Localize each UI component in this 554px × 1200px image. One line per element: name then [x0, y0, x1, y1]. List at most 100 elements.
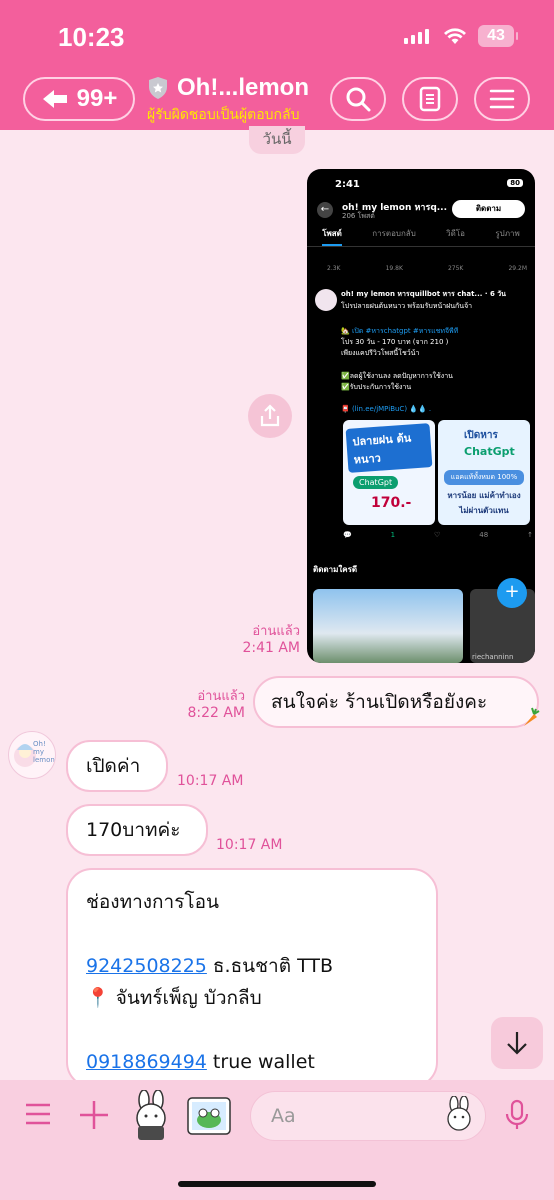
header-bar: 10:23 43 99+ Oh!...lemon ผู้รับผิดชอบเป็…	[0, 0, 554, 130]
hamburger-icon	[26, 1103, 50, 1125]
unread-count: 99+	[76, 85, 118, 112]
promo-line: หารน้อย แม่ค้าทำเอง	[447, 491, 521, 500]
notes-button[interactable]	[402, 77, 458, 121]
screenshot-tab: การตอบกลับ	[372, 229, 416, 238]
menu-toggle-button[interactable]	[24, 1102, 52, 1126]
shield-icon	[149, 77, 167, 99]
battery-icon: 43	[478, 25, 518, 47]
status-time: 10:23	[58, 22, 125, 52]
promo-line: แอคแท้ทั้งหมด 100%	[444, 470, 524, 485]
stat: 19.8K	[385, 265, 403, 272]
retweet-count: 1	[390, 531, 396, 539]
message-text: เปิดค่า	[86, 755, 141, 777]
menu-icon	[489, 89, 515, 109]
compose-icon: +	[497, 578, 527, 608]
suggestion-card	[313, 589, 463, 663]
read-label: อ่านแล้ว	[252, 624, 300, 639]
notes-icon	[419, 86, 441, 112]
promo-badge: ChatGpt	[353, 476, 399, 489]
wallet-number-link[interactable]: 0918869494	[86, 1051, 207, 1073]
screenshot-posts-count: 206 โพสต์	[342, 212, 375, 220]
promo-price: 170.-	[371, 495, 412, 511]
post-line: ✅รับประกันการใช้งาน	[341, 383, 412, 391]
view-count: 48	[479, 531, 489, 539]
bunny-sticker-icon	[136, 1090, 166, 1140]
read-receipt: อ่านแล้ว 8:22 AM	[175, 689, 245, 721]
wallet-label: true wallet	[206, 1051, 315, 1073]
home-indicator	[178, 1181, 376, 1187]
message-time: 10:17 AM	[216, 837, 283, 853]
plus-icon	[80, 1101, 108, 1129]
emoji-button[interactable]	[444, 1096, 474, 1132]
screenshot-time: 2:41	[335, 179, 360, 190]
promo-title: ปลายฝน ต้นหนาว	[345, 423, 433, 473]
stat: 29.2M	[508, 265, 527, 272]
screenshot-back-icon: ←	[317, 202, 333, 218]
avatar-label: Oh! my lemon	[33, 740, 55, 764]
back-button[interactable]: 99+	[23, 77, 135, 121]
search-button[interactable]	[330, 77, 386, 121]
carrot-icon	[520, 706, 540, 732]
sticker-button[interactable]	[128, 1090, 176, 1142]
post-line: ✅ลดผู้ใช้งานลง ลดปัญหาการใช้งาน	[341, 372, 453, 380]
message-time: 8:22 AM	[187, 705, 245, 721]
shared-screenshot-image[interactable]: 2:41 80 ← oh! my lemon หารq... 206 โพสต์…	[307, 169, 535, 663]
read-label: อ่านแล้ว	[197, 689, 245, 704]
screenshot-tab: วิดีโอ	[446, 229, 465, 238]
screenshot-tab: รูปภาพ	[495, 229, 520, 238]
screenshot-stats: 2.3K 19.8K 275K 29.2M	[327, 265, 527, 272]
outgoing-message[interactable]: สนใจค่ะ ร้านเปิดหรือยังคะ	[253, 676, 539, 728]
post-line: 🏡 เปิด #หารchatgpt #หารแชทจีพีที	[341, 327, 459, 335]
screenshot-follow-button: ติดตาม	[452, 200, 525, 218]
back-arrow-icon	[42, 90, 67, 108]
bunny-emoji-icon	[447, 1096, 471, 1131]
account-name: จันทร์เพ็ญ บัวกลีบ	[109, 987, 262, 1009]
screenshot-tabs: โพสต์ การตอบกลับ วิดีโอ รูปภาพ	[307, 227, 535, 247]
message-text: 170บาทค่ะ	[86, 819, 181, 841]
account-number-link[interactable]: 9242508225	[86, 955, 207, 977]
pin-icon: 📍	[86, 987, 110, 1009]
add-button[interactable]	[78, 1099, 110, 1131]
promo-line: ไม่ผ่านตัวแทน	[459, 506, 509, 515]
message-time: 2:41 AM	[242, 640, 300, 656]
suggestion-name: riechanninn	[472, 653, 514, 661]
voice-button[interactable]	[504, 1099, 530, 1131]
scroll-to-bottom-button[interactable]	[491, 1017, 543, 1069]
promo-badge: ChatGpt	[464, 445, 515, 458]
incoming-message[interactable]: 170บาทค่ะ	[66, 804, 208, 856]
search-icon	[346, 87, 371, 112]
menu-button[interactable]	[474, 77, 530, 121]
post-line: โปรปลายฝนต้นหนาว พร้อมรับหน้าฝนกันจ้า	[341, 302, 473, 310]
post-line: โปร 30 วัน - 170 บาท (จาก 210 )	[341, 338, 449, 346]
promo-title: เปิดหาร	[464, 430, 498, 441]
incoming-message[interactable]: ช่องทางการโอน 9242508225 ธ.ธนชาติ TTB 📍 …	[66, 868, 438, 1088]
date-separator: วันนี้	[249, 126, 305, 154]
screenshot-avatar	[315, 289, 337, 311]
frog-photo-icon	[187, 1097, 231, 1135]
screenshot-post-author: oh! my lemon หารquillbot หาร chat... · 6…	[341, 290, 506, 298]
message-time: 10:17 AM	[177, 773, 244, 789]
wifi-icon	[443, 26, 467, 50]
read-receipt: อ่านแล้ว 2:41 AM	[230, 624, 300, 656]
stat: 2.3K	[327, 265, 341, 272]
post-line: 📮 (lin.ee/jMPiBuC) 💧💧 .	[341, 405, 432, 413]
share-icon	[260, 404, 280, 427]
chat-subtitle: ผู้รับผิดชอบเป็นผู้ตอบกลับ	[147, 107, 300, 123]
microphone-icon	[505, 1099, 529, 1129]
promo-image-2: เปิดหาร ChatGpt แอคแท้ทั้งหมด 100% หารน้…	[438, 420, 530, 525]
share-button[interactable]	[248, 394, 292, 438]
screenshot-battery: 80	[507, 179, 523, 187]
avatar[interactable]: Oh! my lemon	[8, 731, 56, 779]
who-to-follow-heading: ติดตามใครดี	[313, 565, 358, 574]
incoming-message[interactable]: เปิดค่า	[66, 740, 168, 792]
gallery-button[interactable]	[186, 1096, 232, 1138]
promo-image-1: ปลายฝน ต้นหนาว ChatGpt 170.-	[343, 420, 435, 525]
stat: 275K	[447, 265, 464, 272]
transfer-title: ช่องทางการโอน	[86, 891, 220, 913]
chat-title[interactable]: Oh!...lemon ผู้รับผิดชอบเป็นผู้ตอบกลับ	[147, 74, 322, 126]
screenshot-tab: โพสต์	[322, 227, 342, 246]
arrow-down-icon	[507, 1032, 527, 1055]
post-line: เพียงแคปรีวิวโพสนี้โชว์น้า	[341, 349, 420, 357]
message-text: สนใจค่ะ ร้านเปิดหรือยังคะ	[271, 691, 488, 713]
cellular-signal-icon	[404, 29, 429, 44]
